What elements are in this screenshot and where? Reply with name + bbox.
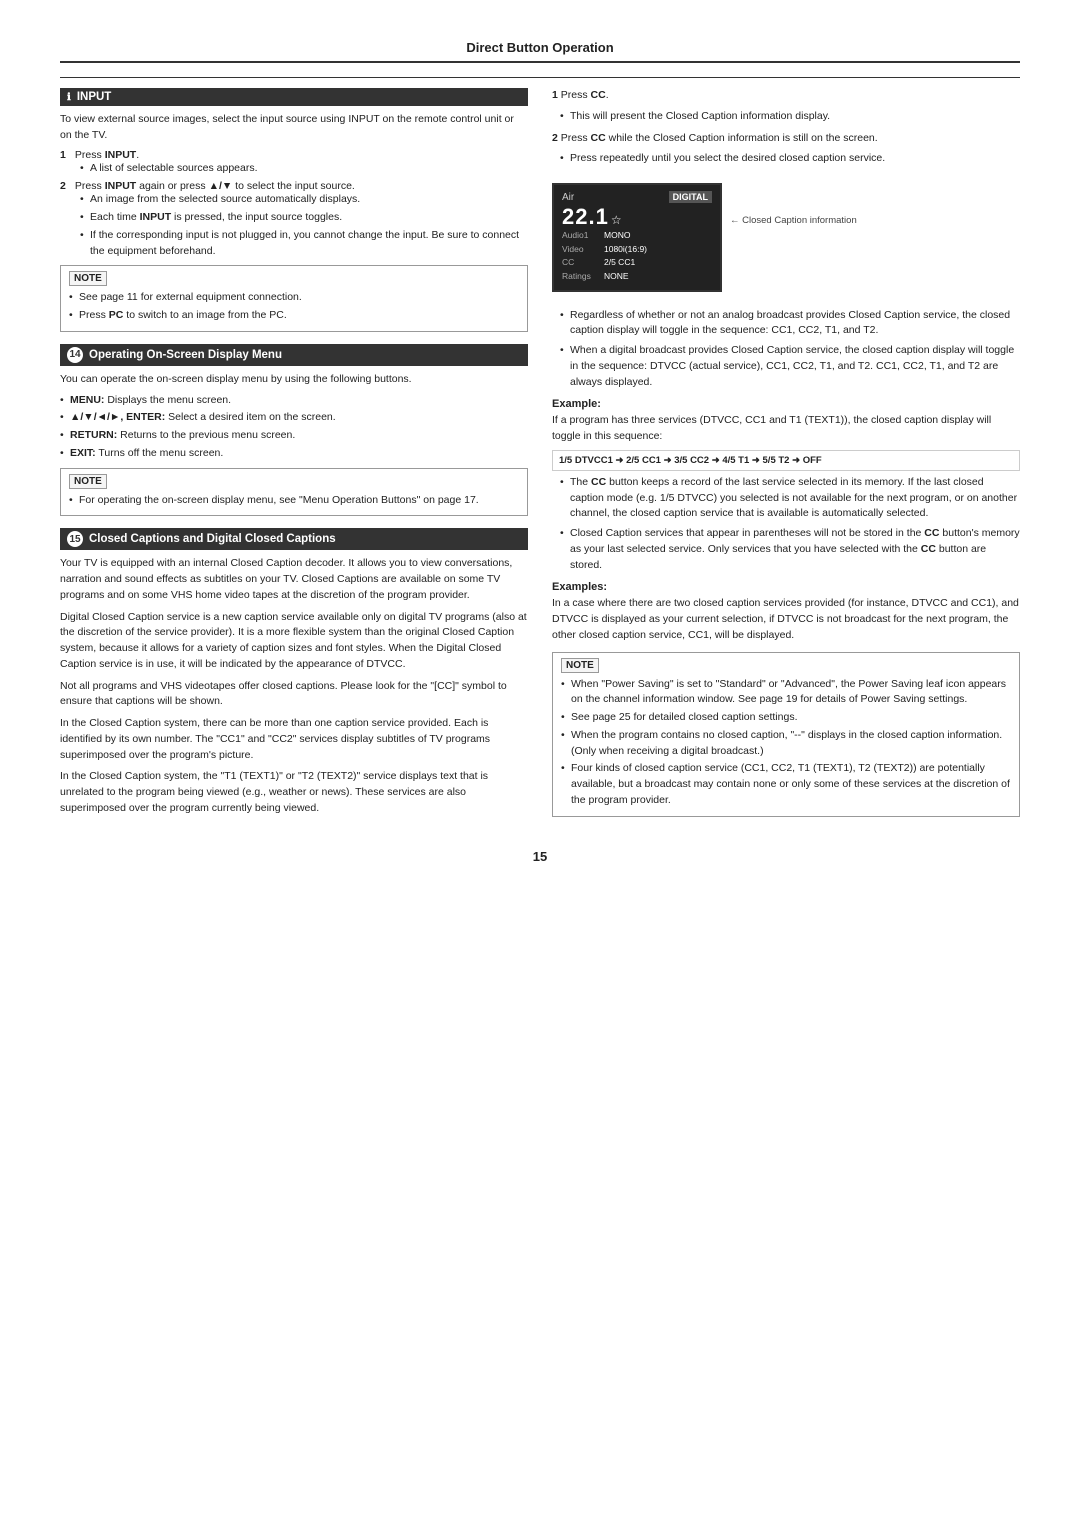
page-number: 15: [60, 849, 1020, 864]
osd-items: MENU: Displays the menu screen. ▲/▼/◄/►,…: [60, 393, 528, 462]
input-intro: To view external source images, select t…: [60, 112, 528, 144]
after-tv-bullet-1: Regardless of whether or not an analog b…: [560, 308, 1020, 340]
cc-intro-3: Not all programs and VHS videotapes offe…: [60, 679, 528, 711]
seq-3: 3/5 CC2: [674, 455, 709, 466]
osd-return: RETURN: Returns to the previous menu scr…: [60, 428, 528, 444]
examples-text: In a case where there are two closed cap…: [552, 596, 1020, 643]
seq-arrow-3: ➜: [712, 455, 723, 466]
channel-number: 22.1: [562, 205, 609, 229]
input-note-2: Press PC to switch to an image from the …: [69, 308, 519, 324]
tv-info-grid: Audio1 MONO Video 1080i(16:9) CC 2/5 CC1: [562, 229, 712, 283]
osd-section-header: 14 Operating On-Screen Display Menu: [60, 344, 528, 366]
tv-display-wrapper: Air DIGITAL 22.1 ☆ Audio1 MONO Video: [552, 175, 1020, 300]
cc-header-label: Closed Captions and Digital Closed Capti…: [89, 533, 336, 545]
osd-menu: MENU: Displays the menu screen.: [60, 393, 528, 409]
osd-badge: 14: [67, 347, 83, 363]
sequence-bar: 1/5 DTVCC1 ➜ 2/5 CC1 ➜ 3/5 CC2 ➜ 4/5 T1 …: [552, 450, 1020, 471]
right-step-1: 1 Press CC. This will present the Closed…: [552, 88, 1020, 125]
input-section: ℹ INPUT To view external source images, …: [60, 88, 528, 332]
osd-nav: ▲/▼/◄/►, ENTER: Select a desired item on…: [60, 410, 528, 426]
bottom-note-label: NOTE: [561, 658, 599, 673]
seq-arrow-1: ➜: [616, 455, 627, 466]
example-section: Example: If a program has three services…: [552, 398, 1020, 471]
seq-4: 4/5 T1: [722, 455, 749, 466]
bottom-note-4: Four kinds of closed caption service (CC…: [561, 761, 1011, 808]
osd-intro: You can operate the on-screen display me…: [60, 372, 528, 388]
cc-section-header: 15 Closed Captions and Digital Closed Ca…: [60, 528, 528, 550]
memory-bullets: The CC button keeps a record of the last…: [560, 475, 1020, 574]
page-section-title: Direct Button Operation: [466, 40, 613, 55]
right-steps: 1 Press CC. This will present the Closed…: [552, 88, 1020, 817]
example-label: Example:: [552, 398, 1020, 410]
cc-intro-2: Digital Closed Caption service is a new …: [60, 610, 528, 673]
osd-exit: EXIT: Turns off the menu screen.: [60, 446, 528, 462]
input-steps: 1 Press INPUT. A list of selectable sour…: [60, 149, 528, 260]
cc-intro-1: Your TV is equipped with an internal Clo…: [60, 556, 528, 603]
seq-2: 2/5 CC1: [626, 455, 661, 466]
examples-label: Examples:: [552, 581, 1020, 593]
video-val: 1080i(16:9): [604, 243, 647, 257]
digital-badge: DIGITAL: [669, 191, 712, 203]
input-header-label: INPUT: [77, 91, 112, 103]
air-label: Air: [562, 192, 574, 203]
input-icon: ℹ: [67, 92, 71, 103]
seq-1: 1/5 DTVCC1: [559, 455, 613, 466]
cc-badge: 15: [67, 531, 83, 547]
example-intro: If a program has three services (DTVCC, …: [552, 413, 1020, 445]
seq-5: 5/5 T2: [763, 455, 790, 466]
ratings-val: NONE: [604, 270, 629, 284]
cc-intro-4: In the Closed Caption system, there can …: [60, 716, 528, 763]
cc-info-label: Closed Caption information: [742, 215, 857, 226]
seq-off: OFF: [803, 455, 822, 466]
bottom-note-box: NOTE When "Power Saving" is set to "Stan…: [552, 652, 1020, 817]
direct-button-operation-title: Direct Button Operation: [60, 40, 1020, 78]
input-note-box: NOTE See page 11 for external equipment …: [60, 265, 528, 332]
bottom-note-1: When "Power Saving" is set to "Standard"…: [561, 677, 1011, 709]
cc-section: 15 Closed Captions and Digital Closed Ca…: [60, 528, 528, 816]
input-step-2: 2 Press INPUT again or press ▲/▼ to sele…: [60, 180, 528, 259]
tv-display: Air DIGITAL 22.1 ☆ Audio1 MONO Video: [552, 183, 722, 292]
input-step-1: 1 Press INPUT. A list of selectable sour…: [60, 149, 528, 177]
osd-section: 14 Operating On-Screen Display Menu You …: [60, 344, 528, 517]
seq-arrow-4: ➜: [752, 455, 763, 466]
bottom-note-3: When the program contains no closed capt…: [561, 728, 1011, 760]
input-step2-bullet1: An image from the selected source automa…: [80, 192, 528, 208]
input-section-header: ℹ INPUT: [60, 88, 528, 106]
left-column: ℹ INPUT To view external source images, …: [60, 88, 528, 829]
ratings-key: Ratings: [562, 270, 600, 284]
osd-note-1: For operating the on-screen display menu…: [69, 493, 519, 509]
right-step1-bullet: This will present the Closed Caption inf…: [560, 109, 1020, 125]
input-note-1: See page 11 for external equipment conne…: [69, 290, 519, 306]
input-step1-bullet: A list of selectable sources appears.: [80, 161, 528, 177]
after-tv-bullets: Regardless of whether or not an analog b…: [560, 308, 1020, 391]
right-step-2: 2 Press CC while the Closed Caption info…: [552, 131, 1020, 168]
input-step2-bullet3: If the corresponding input is not plugge…: [80, 228, 528, 260]
input-note-label: NOTE: [69, 271, 107, 286]
memory-bullet-2: Closed Caption services that appear in p…: [560, 526, 1020, 573]
cc-key: CC: [562, 256, 600, 270]
osd-header-label: Operating On-Screen Display Menu: [89, 349, 282, 361]
right-column: 1 Press CC. This will present the Closed…: [552, 88, 1020, 829]
cc-val: 2/5 CC1: [604, 256, 635, 270]
examples-section: Examples: In a case where there are two …: [552, 581, 1020, 643]
audio-val: MONO: [604, 229, 630, 243]
seq-arrow-2: ➜: [664, 455, 675, 466]
channel-suffix: ☆: [611, 213, 622, 227]
memory-bullet-1: The CC button keeps a record of the last…: [560, 475, 1020, 522]
input-step2-bullet2: Each time INPUT is pressed, the input so…: [80, 210, 528, 226]
video-key: Video: [562, 243, 600, 257]
cc-info-annotation: ← Closed Caption information: [730, 215, 857, 226]
right-step2-bullet: Press repeatedly until you select the de…: [560, 151, 1020, 167]
audio-key: Audio1: [562, 229, 600, 243]
osd-note-label: NOTE: [69, 474, 107, 489]
after-tv-bullet-2: When a digital broadcast provides Closed…: [560, 343, 1020, 390]
cc-intro-5: In the Closed Caption system, the "T1 (T…: [60, 769, 528, 816]
osd-note-box: NOTE For operating the on-screen display…: [60, 468, 528, 517]
bottom-note-2: See page 25 for detailed closed caption …: [561, 710, 1011, 726]
seq-arrow-5: ➜: [792, 455, 803, 466]
cc-arrow: ←: [730, 215, 740, 226]
